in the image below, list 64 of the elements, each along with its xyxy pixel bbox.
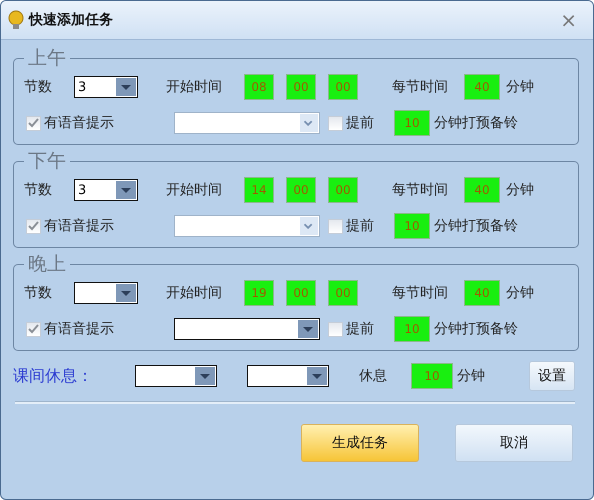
count-select[interactable]: 3 — [74, 179, 138, 201]
start-time-label: 开始时间 — [166, 78, 223, 96]
section-title: 下午 — [27, 151, 67, 171]
period-unit: 分钟 — [506, 78, 534, 96]
checkbox[interactable] — [328, 116, 343, 130]
advance-checkbox[interactable]: 提前 — [328, 320, 394, 338]
count-label: 节数 — [24, 78, 53, 96]
time-field[interactable]: 19 — [244, 280, 274, 306]
period-label: 每节时间 — [392, 78, 449, 96]
start-time-label: 开始时间 — [166, 284, 223, 302]
close-button[interactable]: × — [554, 8, 583, 32]
break-label: 课间休息： — [13, 366, 94, 386]
section-title: 上午 — [27, 48, 67, 68]
period-field[interactable]: 40 — [464, 74, 500, 100]
time-field[interactable]: 08 — [244, 74, 274, 100]
window-title: 快速添加任务 — [29, 11, 114, 29]
time-field[interactable]: 00 — [286, 177, 316, 203]
sound-select[interactable] — [174, 318, 320, 340]
check-icon — [28, 221, 39, 231]
advance-field[interactable]: 10 — [394, 213, 430, 239]
advance-unit: 分钟打预备铃 — [434, 320, 518, 338]
advance-unit: 分钟打预备铃 — [434, 217, 518, 235]
voice-checkbox[interactable]: 有语音提示 — [26, 114, 174, 132]
generate-button[interactable]: 生成任务 — [301, 424, 419, 462]
advance-checkbox[interactable]: 提前 — [328, 114, 394, 132]
advance-field[interactable]: 10 — [394, 110, 430, 136]
count-select[interactable] — [74, 282, 138, 304]
cancel-button[interactable]: 取消 — [455, 424, 573, 462]
rest-field[interactable]: 10 — [411, 363, 453, 389]
time-field[interactable]: 00 — [328, 74, 358, 100]
advance-unit: 分钟打预备铃 — [434, 114, 518, 132]
advance-field[interactable]: 10 — [394, 316, 430, 342]
settings-button[interactable]: 设置 — [529, 361, 575, 391]
period-label: 每节时间 — [392, 284, 449, 302]
check-icon — [28, 324, 39, 334]
break-end-select[interactable] — [247, 365, 329, 387]
voice-checkbox[interactable]: 有语音提示 — [26, 217, 174, 235]
section-title: 晚上 — [27, 254, 67, 274]
time-field[interactable]: 00 — [328, 177, 358, 203]
period-field[interactable]: 40 — [464, 177, 500, 203]
break-start-select[interactable] — [135, 365, 217, 387]
voice-checkbox[interactable]: 有语音提示 — [26, 320, 174, 338]
count-label: 节数 — [24, 284, 53, 302]
period-label: 每节时间 — [392, 181, 449, 199]
start-time-label: 开始时间 — [166, 181, 223, 199]
checkbox[interactable] — [328, 218, 343, 234]
time-field[interactable]: 14 — [244, 177, 274, 203]
checkbox[interactable] — [26, 116, 41, 130]
count-select[interactable]: 3 — [74, 76, 138, 98]
period-field[interactable]: 40 — [464, 280, 500, 306]
count-label: 节数 — [24, 181, 53, 199]
time-field[interactable]: 00 — [286, 280, 316, 306]
period-unit: 分钟 — [506, 181, 534, 199]
time-field[interactable]: 00 — [328, 280, 358, 306]
rest-label: 休息 — [359, 367, 388, 385]
check-icon — [28, 118, 39, 128]
period-unit: 分钟 — [506, 284, 534, 302]
rest-unit: 分钟 — [457, 367, 485, 385]
time-field[interactable]: 00 — [286, 74, 316, 100]
advance-checkbox[interactable]: 提前 — [328, 217, 394, 235]
checkbox[interactable] — [328, 322, 343, 336]
checkbox[interactable] — [26, 218, 41, 234]
checkbox[interactable] — [26, 322, 41, 336]
bulb-icon — [7, 10, 25, 30]
